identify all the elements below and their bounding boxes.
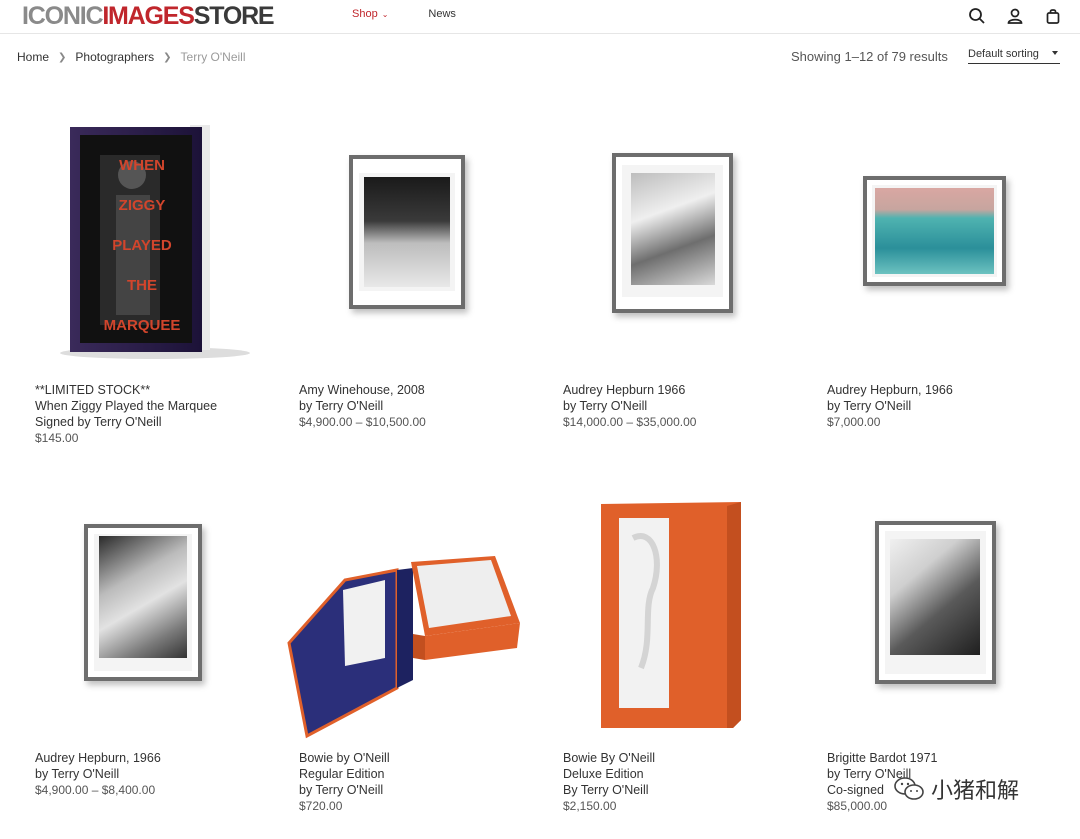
product-title-line[interactable]: by Terry O'Neill [563,398,696,414]
search-icon[interactable] [968,7,986,25]
chevron-down-icon: ⌄ [381,10,389,19]
product-info: Audrey Hepburn 1966 by Terry O'Neill $14… [563,382,696,430]
product-title-line[interactable]: By Terry O'Neill [563,782,655,798]
product-title-line[interactable]: Brigitte Bardot 1971 [827,750,938,766]
framed-photo [349,155,465,309]
product-card[interactable]: Bowie By O'Neill Deluxe Edition By Terry… [563,478,803,818]
product-title-line[interactable]: **LIMITED STOCK** [35,382,217,398]
book-title-line: THE [127,277,157,294]
product-image[interactable] [299,110,539,370]
product-card[interactable]: Amy Winehouse, 2008 by Terry O'Neill $4,… [299,110,539,450]
product-price: $4,900.00 – $10,500.00 [299,415,426,429]
product-price: $4,900.00 – $8,400.00 [35,783,156,797]
nav-news-label: News [428,8,456,20]
book-title-line: PLAYED [112,237,172,254]
account-icon[interactable] [1006,7,1024,25]
product-info: Audrey Hepburn, 1966 by Terry O'Neill $4… [35,750,161,798]
framed-photo [875,521,996,684]
book-box-image [287,556,520,739]
product-card[interactable]: Bowie by O'Neill Regular Edition by Terr… [287,478,539,818]
breadcrumb-current: Terry O'Neill [180,50,246,64]
product-info: Bowie by O'Neill Regular Edition by Terr… [299,750,390,814]
product-image[interactable] [827,110,1067,370]
chevron-right-icon: ❯ [163,51,172,63]
product-title-line[interactable]: When Ziggy Played the Marquee [35,398,217,414]
book-title-line: MARQUEE [103,317,181,334]
product-title-line[interactable]: Bowie By O'Neill [563,750,655,766]
sort-select-label: Default sorting [968,48,1039,60]
watermark: 小猪和解 [893,773,1019,805]
product-title-line[interactable]: Deluxe Edition [563,766,655,782]
product-image[interactable]: WHEN ZIGGY PLAYED THE MARQUEE [35,110,275,370]
product-price: $2,150.00 [563,799,617,813]
product-title-line[interactable]: by Terry O'Neill [35,766,161,782]
product-card[interactable]: Brigitte Bardot 1971 by Terry O'Neill Co… [827,478,1067,818]
product-info: **LIMITED STOCK** When Ziggy Played the … [35,382,217,446]
nav-shop-label: Shop [352,8,378,20]
chevron-right-icon: ❯ [58,51,67,63]
product-image[interactable] [35,478,275,738]
product-title-line[interactable]: Audrey Hepburn, 1966 [827,382,953,398]
book-box-image [601,502,741,728]
product-title-line[interactable]: by Terry O'Neill [827,398,953,414]
product-image[interactable] [827,478,1067,738]
product-image[interactable] [287,478,539,739]
site-logo[interactable]: ICONICIMAGESSTORE [22,2,275,30]
product-info: Amy Winehouse, 2008 by Terry O'Neill $4,… [299,382,426,430]
product-card[interactable]: Audrey Hepburn, 1966 by Terry O'Neill $4… [35,478,275,818]
product-card[interactable]: Audrey Hepburn 1966 by Terry O'Neill $14… [563,110,803,450]
breadcrumb-home[interactable]: Home [17,50,49,64]
product-title-line[interactable]: Amy Winehouse, 2008 [299,382,426,398]
framed-photo [612,153,733,313]
product-image[interactable] [563,110,803,370]
product-price: $14,000.00 – $35,000.00 [563,415,697,429]
product-price: $7,000.00 [827,415,881,429]
product-title-line[interactable]: Bowie by O'Neill [299,750,390,766]
product-info: Bowie By O'Neill Deluxe Edition By Terry… [563,750,655,814]
sort-select[interactable]: Default sorting [968,48,1060,64]
product-title-line[interactable]: Signed by Terry O'Neill [35,414,217,430]
book-cover-title: WHEN ZIGGY PLAYED THE MARQUEE [97,146,187,346]
product-price: $720.00 [299,799,343,813]
logo-part-store: STORE [193,2,275,30]
breadcrumb-photographers[interactable]: Photographers [75,50,154,64]
product-image[interactable] [563,478,803,738]
logo-part-images: IMAGES [102,2,195,30]
product-card[interactable]: WHEN ZIGGY PLAYED THE MARQUEE **LIMITED … [35,110,275,450]
product-title-line[interactable]: by Terry O'Neill [299,398,426,414]
cart-icon[interactable] [1044,7,1062,25]
product-price: $145.00 [35,431,79,445]
nav-shop[interactable]: Shop ⌄ [352,8,388,20]
main-nav: Shop ⌄ News [352,8,496,20]
product-title-line[interactable]: by Terry O'Neill [299,782,390,798]
product-info: Audrey Hepburn, 1966 by Terry O'Neill $7… [827,382,953,430]
logo-part-iconic: ICONIC [22,2,104,30]
framed-photo [84,524,202,681]
caret-down-icon [1052,51,1058,55]
watermark-text: 小猪和解 [931,778,1020,803]
nav-news[interactable]: News [428,8,456,20]
header-icons [968,7,1062,25]
book-title-line: WHEN [119,157,165,174]
book-title-line: ZIGGY [118,197,166,214]
results-count: Showing 1–12 of 79 results [791,49,948,64]
product-title-line[interactable]: Regular Edition [299,766,390,782]
product-title-line[interactable]: Audrey Hepburn 1966 [563,382,696,398]
site-header: ICONICIMAGESSTORE Shop ⌄ News [0,0,1080,34]
wechat-icon [894,777,924,800]
product-title-line[interactable]: Audrey Hepburn, 1966 [35,750,161,766]
framed-photo [863,176,1006,286]
breadcrumb: Home ❯ Photographers ❯ Terry O'Neill [17,50,246,64]
product-card[interactable]: Audrey Hepburn, 1966 by Terry O'Neill $7… [827,110,1067,450]
